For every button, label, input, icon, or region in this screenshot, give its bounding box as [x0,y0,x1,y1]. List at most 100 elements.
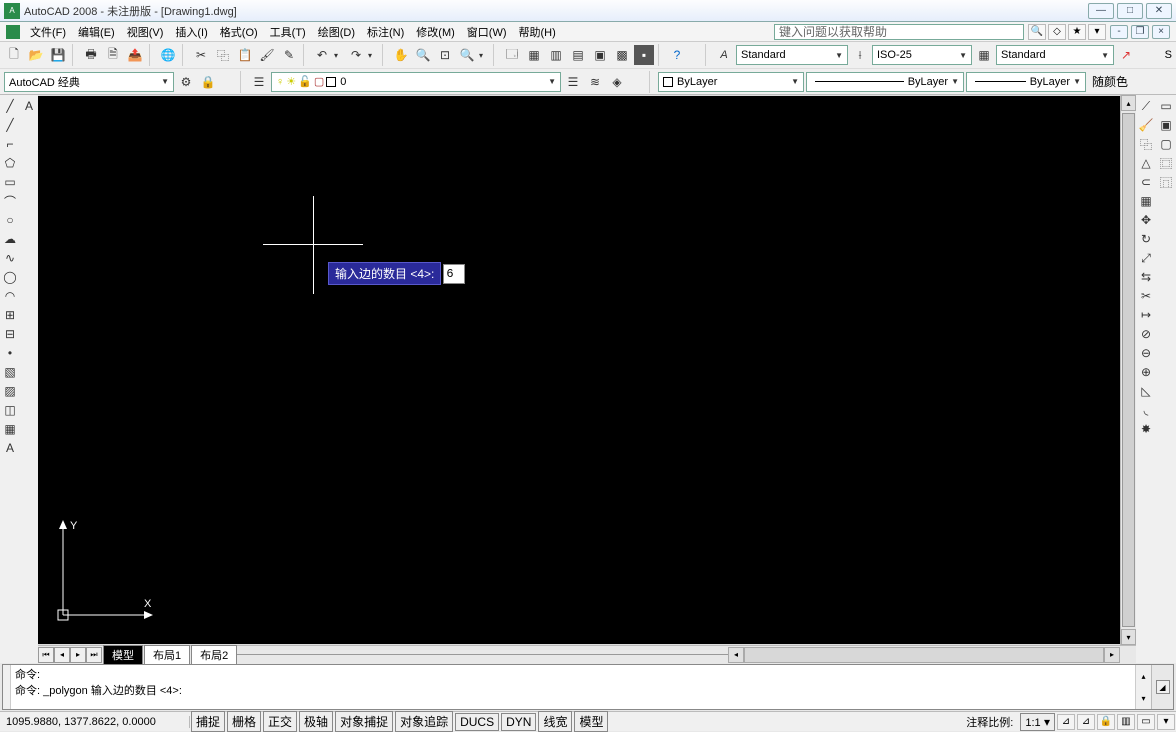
linetype-combo[interactable]: ByLayer▼ [806,72,964,92]
multileader-style-icon[interactable]: ↗ [1116,45,1136,65]
zoom-dropdown[interactable]: ▾ [479,51,489,60]
status-tray-icon[interactable]: ▥ [1117,714,1135,730]
send-under-tool[interactable]: ⿵ [1157,173,1175,191]
tab-first-button[interactable]: ⏮ [38,647,54,663]
layer-properties-button[interactable]: ☰ [249,72,269,92]
mtext-secondary-tool[interactable]: A [20,97,38,115]
layer-combo[interactable]: ♀ ☀ 🔓 ▢ 0▼ [271,72,561,92]
3dworkspace-button[interactable]: 🌐 [158,45,178,65]
rotate-tool[interactable]: ↻ [1137,230,1155,248]
zoom-realtime-button[interactable]: 🔍 [413,45,433,65]
doc-restore-button[interactable]: ❐ [1131,25,1149,39]
scroll-thumb[interactable] [1122,113,1135,627]
grid-toggle[interactable]: 栅格 [227,711,261,732]
polygon-tool[interactable]: ⬠ [1,154,19,172]
paste-button[interactable]: 📋 [235,45,255,65]
tab-layout2[interactable]: 布局2 [191,645,237,664]
quickcalc-button[interactable]: ▩ [612,45,632,65]
favorites-icon[interactable]: ★ [1068,24,1086,40]
lwt-toggle[interactable]: 线宽 [538,711,572,732]
model-toggle[interactable]: 模型 [574,711,608,732]
tab-next-button[interactable]: ▸ [70,647,86,663]
hatch-tool[interactable]: ▧ [1,363,19,381]
zoom-previous-button[interactable]: 🔍 [457,45,477,65]
table-style-icon[interactable]: ▦ [974,45,994,65]
minimize-button[interactable]: — [1088,3,1114,19]
redo-button[interactable]: ↷ [346,45,366,65]
cut-button[interactable]: ✂ [191,45,211,65]
polyline-tool[interactable]: ⌐ [1,135,19,153]
layer-states-button[interactable]: ☰ [563,72,583,92]
canvas-vscrollbar[interactable]: ▴ ▾ [1120,95,1136,645]
scroll-down-button[interactable]: ▾ [1121,629,1136,645]
annotation-scale-combo[interactable]: 1:1 ▾ [1020,713,1055,731]
menu-view[interactable]: 视图(V) [121,24,170,40]
help-search-input[interactable] [774,24,1024,40]
circle-tool[interactable]: ○ [1,211,19,229]
array-tool[interactable]: ▦ [1137,192,1155,210]
plot-preview-button[interactable]: 🗎 [103,45,123,65]
undo-button[interactable]: ↶ [312,45,332,65]
annotation-visibility-icon[interactable]: ⊿ [1057,714,1075,730]
clean-screen-icon[interactable]: ▭ [1137,714,1155,730]
dim-style-combo[interactable]: ISO-25▼ [872,45,972,65]
distance-tool[interactable]: ⟋ [1137,97,1155,115]
sheet-set-button[interactable]: ▤ [568,45,588,65]
trim-tool[interactable]: ✂ [1137,287,1155,305]
cmd-scroll-up[interactable]: ▴ [1135,665,1151,687]
copy-obj-tool[interactable]: ⿻ [1137,135,1155,153]
table-style-combo[interactable]: Standard▼ [996,45,1114,65]
lineweight-combo[interactable]: ByLayer▼ [966,72,1086,92]
scroll-up-button[interactable]: ▴ [1121,95,1136,111]
plot-button[interactable]: 🖶 [81,45,101,65]
cmd-scroll-down[interactable]: ▾ [1135,687,1151,709]
line-tool[interactable]: ╱ [1,97,19,115]
make-block-tool[interactable]: ⊟ [1,325,19,343]
cmd-grip[interactable] [3,665,11,709]
select-tool[interactable]: ▭ [1157,97,1175,115]
menu-window[interactable]: 窗口(W) [461,24,513,40]
send-back-tool[interactable]: ▢ [1157,135,1175,153]
markup-button[interactable]: ▣ [590,45,610,65]
point-tool[interactable]: • [1,344,19,362]
explode-tool[interactable]: ✸ [1137,420,1155,438]
undo-dropdown[interactable]: ▾ [334,51,344,60]
snap-toggle[interactable]: 捕捉 [191,711,225,732]
workspace-settings-button[interactable]: ⚙ [176,72,196,92]
command-text[interactable]: 命令: 命令: _polygon 输入边的数目 <4>: [11,665,1135,709]
break-tool[interactable]: ⊖ [1137,344,1155,362]
break-point-tool[interactable]: ⊘ [1137,325,1155,343]
extend-tool[interactable]: ↦ [1137,306,1155,324]
zoom-window-button[interactable]: ⊡ [435,45,455,65]
tool-palettes-button[interactable]: ▥ [546,45,566,65]
redo-dropdown[interactable]: ▾ [368,51,378,60]
osnap-toggle[interactable]: 对象捕捉 [335,711,393,732]
canvas-hscrollbar[interactable] [744,647,1104,663]
offset-tool[interactable]: ⊂ [1137,173,1155,191]
insert-block-tool[interactable]: ⊞ [1,306,19,324]
properties-button[interactable]: 🗔 [502,45,522,65]
open-button[interactable]: 📂 [26,45,46,65]
copy-button[interactable]: ⿻ [213,45,233,65]
new-button[interactable]: 🗋 [4,45,24,65]
spline-tool[interactable]: ∿ [1,249,19,267]
block-editor-button[interactable]: ✎ [279,45,299,65]
menu-draw[interactable]: 绘图(D) [312,24,361,40]
comm-center-icon[interactable]: ◇ [1048,24,1066,40]
menu-file[interactable]: 文件(F) [24,24,72,40]
layer-previous-button[interactable]: ≋ [585,72,605,92]
menu-modify[interactable]: 修改(M) [410,24,461,40]
doc-close-button[interactable]: × [1152,25,1170,39]
construction-line-tool[interactable]: ╱ [1,116,19,134]
polar-toggle[interactable]: 极轴 [299,711,333,732]
chamfer-tool[interactable]: ◺ [1137,382,1155,400]
color-combo[interactable]: ByLayer▼ [658,72,804,92]
hscroll-right-button[interactable]: ▸ [1104,647,1120,663]
hscroll-left-button[interactable]: ◂ [728,647,744,663]
menu-format[interactable]: 格式(O) [214,24,264,40]
menu-help[interactable]: 帮助(H) [513,24,562,40]
arc-tool[interactable]: ⌒ [1,192,19,210]
annotation-autoscale-icon[interactable]: ⊿ [1077,714,1095,730]
mtext-tool[interactable]: A [1,439,19,457]
revcloud-tool[interactable]: ☁ [1,230,19,248]
